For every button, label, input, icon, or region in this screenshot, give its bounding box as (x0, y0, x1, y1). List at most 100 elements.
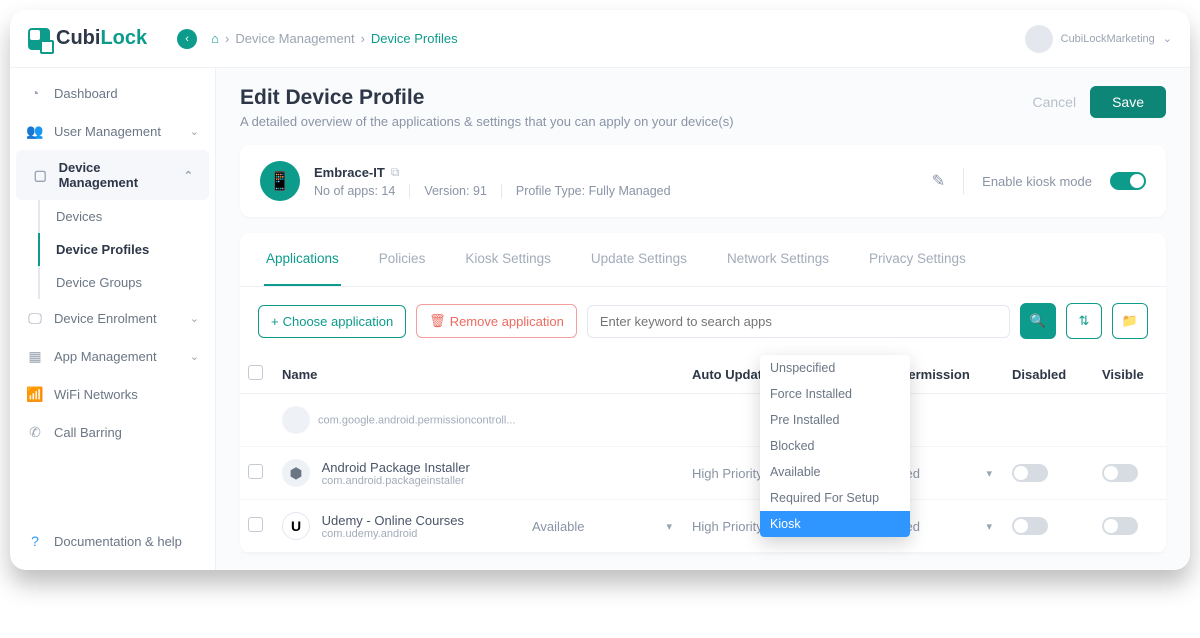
sidebar-item-app-management[interactable]: ▦ App Management ⌄ (10, 337, 215, 375)
sidebar-sub-device-profiles[interactable]: Device Profiles (38, 233, 215, 266)
tab-kiosk-settings[interactable]: Kiosk Settings (463, 233, 553, 286)
sort-icon: ⇅ (1079, 313, 1090, 329)
home-icon[interactable]: ⌂ (211, 31, 219, 46)
phone-icon: 📱 (260, 161, 300, 201)
chevron-down-icon: ⌄ (190, 312, 199, 325)
android-icon: ⬢ (282, 459, 310, 487)
sidebar-sub-device-groups[interactable]: Device Groups (38, 266, 215, 299)
dropdown-option[interactable]: Required For Setup (760, 485, 910, 511)
grid-icon: ▦ (26, 347, 44, 365)
sidebar-sub-devices[interactable]: Devices (38, 200, 215, 233)
app-pkg: com.android.packageinstaller (322, 475, 470, 487)
chevron-down-icon: ⌄ (1163, 32, 1172, 45)
brand-text-a: Cubi (56, 27, 100, 49)
kiosk-toggle[interactable] (1110, 172, 1146, 190)
save-button[interactable]: Save (1090, 86, 1166, 118)
import-button[interactable]: 📁 (1112, 303, 1148, 339)
edit-icon[interactable]: ✎ (932, 171, 945, 191)
apps-table: Name Auto Update Mode Default Permission… (240, 355, 1166, 553)
user-name: CubiLockMarketing (1061, 33, 1155, 45)
tab-privacy-settings[interactable]: Privacy Settings (867, 233, 968, 286)
dropdown-option[interactable]: Blocked (760, 433, 910, 459)
visible-toggle[interactable] (1102, 517, 1138, 535)
tab-update-settings[interactable]: Update Settings (589, 233, 689, 286)
disabled-toggle[interactable] (1012, 517, 1048, 535)
sidebar-item-call-barring[interactable]: ✆Call Barring (10, 413, 215, 451)
logo-mark-icon (28, 28, 50, 50)
row-checkbox[interactable] (248, 517, 263, 532)
sidebar-item-device-management[interactable]: ▢ Device Management ⌃ (16, 150, 209, 200)
profile-apps: No of apps: 14 (314, 184, 410, 198)
table-row: com.google.android.permissioncontroll... (240, 394, 1166, 447)
kiosk-label: Enable kiosk mode (982, 174, 1092, 189)
profile-type: Profile Type: Fully Managed (516, 184, 685, 198)
col-visible: Visible (1094, 355, 1166, 394)
dropdown-option[interactable]: Unspecified (760, 355, 910, 381)
row-checkbox[interactable] (248, 464, 263, 479)
tab-applications[interactable]: Applications (264, 233, 341, 286)
brand-text-b: Lock (100, 27, 147, 49)
sidebar-label: Device Management (59, 160, 174, 190)
col-name: Name (274, 355, 524, 394)
back-button[interactable]: ‹ (177, 29, 197, 49)
breadcrumb-l2[interactable]: Device Profiles (371, 31, 458, 46)
page-title: Edit Device Profile (240, 86, 734, 110)
app-name: Udemy - Online Courses (322, 513, 464, 528)
plus-icon: + (271, 314, 279, 329)
udemy-icon: U (282, 512, 310, 540)
folder-icon: 📁 (1122, 313, 1138, 329)
breadcrumb-l1[interactable]: Device Management (235, 31, 354, 46)
sidebar-label: Dashboard (54, 86, 118, 101)
sidebar-label: App Management (54, 349, 157, 364)
tab-network-settings[interactable]: Network Settings (725, 233, 831, 286)
dropdown-option[interactable]: Pre Installed (760, 407, 910, 433)
sort-button[interactable]: ⇅ (1066, 303, 1102, 339)
table-row: ⬢ Android Package Installer com.android.… (240, 447, 1166, 500)
sidebar-label: WiFi Networks (54, 387, 138, 402)
remove-application-button[interactable]: 🗑Remove application (416, 304, 577, 338)
sidebar-item-help[interactable]: ?Documentation & help (10, 522, 216, 560)
copy-icon[interactable]: ⧉ (391, 165, 400, 180)
chevron-down-icon: ⌄ (190, 125, 199, 138)
sidebar-item-device-enrolment[interactable]: 🖵 Device Enrolment ⌄ (10, 299, 215, 337)
sidebar-item-user-management[interactable]: 👥User Management⌄ (10, 112, 215, 150)
dropdown-option[interactable]: Force Installed (760, 381, 910, 407)
app-pkg: com.google.android.permissioncontroll... (318, 414, 516, 426)
col-disabled: Disabled (1004, 355, 1094, 394)
cancel-button[interactable]: Cancel (1032, 94, 1076, 110)
monitor-icon: 🖵 (26, 309, 44, 327)
install-type-select[interactable]: Available▾ (532, 519, 672, 534)
phone-off-icon: ✆ (26, 423, 44, 441)
profile-version: Version: 91 (424, 184, 502, 198)
sidebar-item-dashboard[interactable]: ◔ Dashboard (10, 74, 215, 112)
search-input[interactable] (587, 305, 1010, 338)
search-button[interactable]: 🔍 (1020, 303, 1056, 339)
disabled-toggle[interactable] (1012, 464, 1048, 482)
dropdown-option[interactable]: Available (760, 459, 910, 485)
tabs: Applications Policies Kiosk Settings Upd… (240, 233, 1166, 287)
help-icon: ? (26, 532, 44, 550)
checkbox-all[interactable] (248, 365, 263, 380)
visible-toggle[interactable] (1102, 464, 1138, 482)
breadcrumb: ⌂ › Device Management › Device Profiles (211, 31, 457, 46)
user-menu[interactable]: CubiLockMarketing ⌄ (1025, 25, 1172, 53)
chevron-down-icon: ⌄ (190, 350, 199, 363)
chevron-down-icon: ▾ (666, 520, 672, 533)
sidebar-item-wifi[interactable]: 📶 WiFi Networks (10, 375, 215, 413)
trash-icon: 🗑 (429, 313, 446, 329)
sidebar: ◔ Dashboard 👥User Management⌄ ▢ Device Man… (10, 68, 216, 570)
wifi-icon: 📶 (26, 385, 44, 403)
page-subtitle: A detailed overview of the applications … (240, 114, 734, 129)
device-icon: ▢ (32, 166, 49, 184)
install-type-dropdown[interactable]: Unspecified Force Installed Pre Installe… (760, 355, 910, 537)
sidebar-label: Device Enrolment (54, 311, 157, 326)
app-icon (282, 406, 310, 434)
dropdown-option-selected[interactable]: Kiosk (760, 511, 910, 537)
chevron-down-icon: ▾ (986, 467, 992, 480)
chevron-up-icon: ⌃ (184, 169, 193, 182)
brand-logo[interactable]: CubiLock (28, 27, 147, 50)
tab-policies[interactable]: Policies (377, 233, 428, 286)
gauge-icon: ◔ (26, 84, 44, 102)
avatar-icon (1025, 25, 1053, 53)
choose-application-button[interactable]: +Choose application (258, 305, 406, 338)
